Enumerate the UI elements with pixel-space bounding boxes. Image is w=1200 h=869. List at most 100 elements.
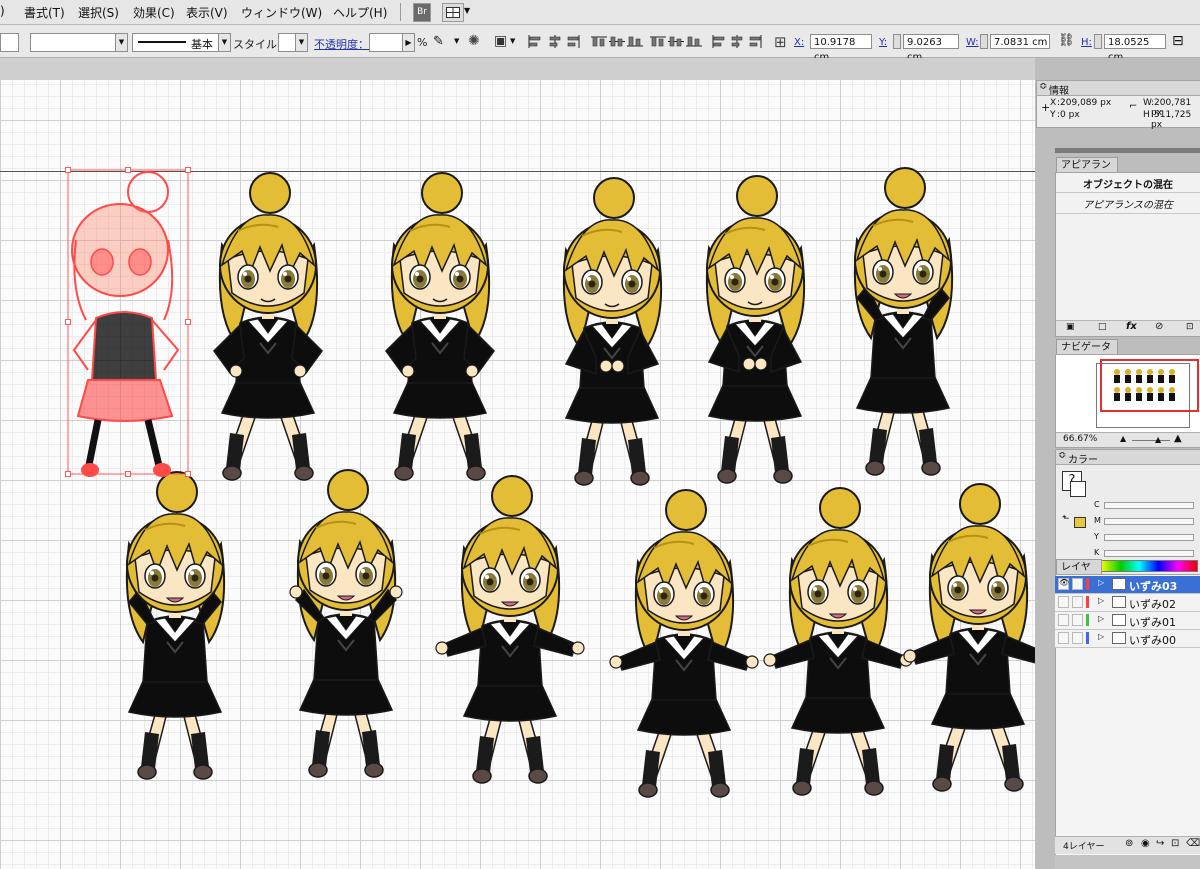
menu-select[interactable]: 選択(S) (78, 4, 119, 21)
distribute-right-icon[interactable] (747, 35, 765, 48)
w-spinner[interactable] (980, 34, 988, 49)
character-figure[interactable] (853, 167, 954, 476)
clear-square-icon[interactable]: □ (1098, 322, 1107, 332)
navigator-view-box[interactable] (1100, 359, 1199, 412)
new-sublayer-icon[interactable]: ↪ (1156, 838, 1164, 849)
opacity-input[interactable] (369, 33, 403, 52)
expand-triangle-icon[interactable]: ▷ (1098, 578, 1104, 587)
align-bottom-icon[interactable] (627, 35, 645, 48)
channel-y-slider[interactable] (1104, 534, 1194, 541)
new-item-icon[interactable]: ⊡ (1186, 322, 1194, 332)
recolor-artwork-icon[interactable]: ✎ (433, 34, 444, 49)
lock-toggle[interactable] (1072, 632, 1083, 644)
reference-point-icon[interactable]: ⊞ (774, 33, 787, 51)
character-figure[interactable] (562, 177, 663, 486)
zoom-in-icon[interactable]: ▲ (1174, 433, 1182, 444)
tab-layers[interactable]: レイヤー (1056, 559, 1102, 588)
eye-icon[interactable]: 👁 (1058, 578, 1069, 590)
layer-name[interactable]: いずみ02 (1129, 596, 1176, 612)
expand-triangle-icon[interactable]: ▷ (1098, 596, 1104, 605)
h-spinner[interactable] (1094, 34, 1102, 49)
channel-c-slider[interactable] (1104, 502, 1194, 509)
isolate-group-icon[interactable]: ✺ (468, 33, 480, 49)
layer-row[interactable]: ▷ いずみ01 (1055, 612, 1200, 630)
zoom-slider[interactable] (1132, 440, 1170, 441)
align-to-icon[interactable]: ▣ (494, 33, 507, 49)
character-figure[interactable] (125, 471, 226, 780)
lock-toggle[interactable] (1072, 614, 1083, 626)
opacity-label[interactable]: 不透明度： (314, 36, 369, 52)
graphic-style-arrow[interactable]: ▼ (295, 33, 308, 52)
delete-layer-icon[interactable]: ⌫ (1186, 838, 1200, 849)
stroke-profile-arrow[interactable]: ▼ (218, 33, 231, 52)
zoom-out-icon[interactable]: ▲ (1120, 434, 1126, 443)
fill-dropdown[interactable] (0, 33, 19, 52)
lock-toggle[interactable] (1072, 596, 1083, 608)
align-hcenter-icon[interactable] (547, 35, 565, 48)
locate-object-icon[interactable]: ⊚ (1125, 838, 1133, 849)
menu-help[interactable]: ヘルプ(H) (333, 4, 387, 21)
align-top-icon[interactable] (591, 35, 609, 48)
character-figure[interactable] (385, 172, 495, 481)
align-right-icon[interactable] (565, 35, 583, 48)
clipping-mask-icon[interactable]: ◉ (1141, 838, 1150, 849)
layer-name[interactable]: いずみ03 (1129, 578, 1177, 594)
swap-colors-icon[interactable]: ⬑ (1062, 514, 1070, 524)
character-figure[interactable] (763, 487, 913, 796)
lock-toggle[interactable] (1072, 578, 1083, 590)
selected-outline-figure[interactable] (65, 167, 191, 478)
channel-k-slider[interactable] (1104, 550, 1194, 557)
character-figure[interactable] (705, 175, 806, 484)
y-spinner[interactable] (893, 34, 901, 49)
tab-navigator[interactable]: ナビゲーター (1056, 339, 1118, 368)
opacity-arrow[interactable]: ▶ (402, 33, 415, 52)
expand-triangle-icon[interactable]: ▷ (1098, 632, 1104, 641)
stroke-square-icon[interactable]: ▣ (1066, 322, 1075, 332)
w-field[interactable]: 7.0831 cm (990, 34, 1050, 49)
align-vcenter-icon[interactable] (609, 35, 627, 48)
y-field[interactable]: 9.0263 cm (903, 34, 959, 63)
zoom-level[interactable]: 66.67% (1063, 434, 1097, 444)
character-artwork[interactable] (0, 58, 1035, 869)
menu-text[interactable]: 書式(T) (24, 4, 65, 21)
stroke-weight-field[interactable] (30, 33, 116, 52)
fill-swatch[interactable] (1074, 517, 1086, 528)
menu-window[interactable]: ウィンドウ(W) (241, 4, 322, 21)
stroke-weight-dropdown[interactable]: ▼ (115, 33, 128, 52)
align-left-icon[interactable] (527, 35, 545, 48)
distribute-bottom-icon[interactable] (686, 35, 704, 48)
expand-triangle-icon[interactable]: ▷ (1098, 614, 1104, 623)
layer-row[interactable]: ▷ いずみ02 (1055, 594, 1200, 612)
stroke-color-swatch[interactable] (1070, 481, 1086, 497)
character-figure[interactable] (609, 489, 759, 798)
transform-icon[interactable]: ⊟ (1172, 33, 1184, 49)
graphic-style-swatch[interactable] (278, 33, 296, 52)
h-field[interactable]: 18.0525 cm (1104, 34, 1166, 63)
tab-appearance[interactable]: アピアランス (1056, 157, 1118, 186)
distribute-top-icon[interactable] (650, 35, 668, 48)
visibility-toggle[interactable] (1058, 632, 1069, 644)
menu-partial[interactable]: ) (0, 4, 5, 18)
layer-row[interactable]: 👁 ▷ いずみ03 (1055, 576, 1200, 594)
character-figure[interactable] (289, 469, 403, 778)
bridge-button[interactable]: Br (413, 3, 431, 22)
menu-effect[interactable]: 効果(C) (133, 4, 175, 21)
layer-name[interactable]: いずみ00 (1129, 632, 1176, 648)
character-figure[interactable] (213, 172, 323, 481)
character-figure[interactable] (435, 475, 585, 784)
layer-row[interactable]: ▷ いずみ00 (1055, 630, 1200, 648)
menu-view[interactable]: 表示(V) (186, 4, 228, 21)
new-layer-icon[interactable]: ⊡ (1171, 838, 1179, 849)
distribute-left-icon[interactable] (711, 35, 729, 48)
visibility-toggle[interactable] (1058, 596, 1069, 608)
zoom-slider-thumb[interactable]: ▲ (1155, 435, 1161, 444)
distribute-hcenter-icon[interactable] (729, 35, 747, 48)
visibility-toggle[interactable] (1058, 614, 1069, 626)
x-field[interactable]: 10.9178 cm (810, 34, 872, 63)
chevron-down-icon[interactable]: ▼ (454, 37, 459, 45)
layer-name[interactable]: いずみ01 (1129, 614, 1176, 630)
character-figure[interactable] (903, 483, 1035, 792)
fx-icon[interactable]: fx (1126, 321, 1137, 332)
channel-m-slider[interactable] (1104, 518, 1194, 525)
chevron-down-icon[interactable]: ▼ (464, 6, 470, 15)
